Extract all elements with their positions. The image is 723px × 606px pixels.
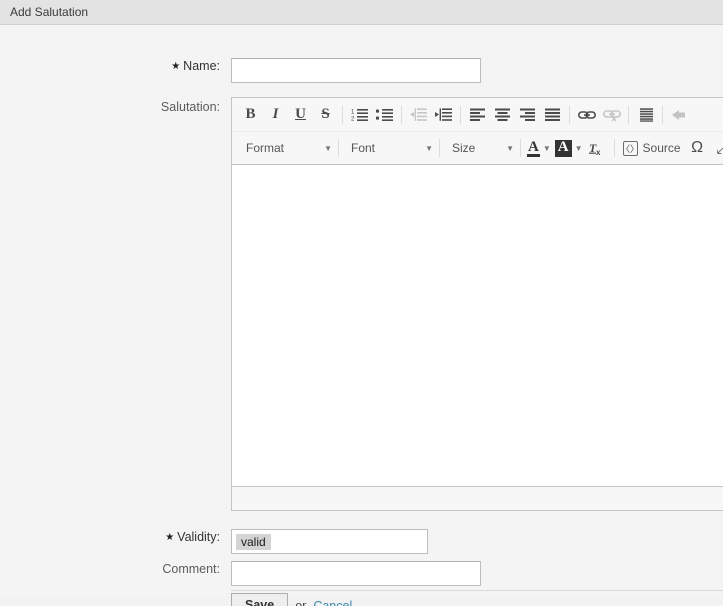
footer-divider (231, 590, 723, 591)
toolbar-separator (342, 105, 343, 124)
source-code-icon: 〈〉 (621, 140, 639, 156)
name-input[interactable] (231, 58, 481, 83)
background-color-icon[interactable]: A ▼ (553, 136, 585, 160)
svg-text:2: 2 (351, 117, 355, 122)
increase-indent-icon[interactable] (431, 103, 456, 127)
salutation-label: Salutation: (160, 100, 220, 114)
comment-input[interactable] (231, 561, 481, 586)
toolbar-separator (401, 105, 402, 124)
salutation-rich-text-editor[interactable]: B I U S 1 2 Format ▼ Font ▼ Size ▼ A ▼ A… (231, 97, 723, 511)
comment-label: Comment: (162, 562, 220, 576)
editor-toolbar-row-2: Format ▼ Font ▼ Size ▼ A ▼ A ▼ T x 〈〉 So… (232, 131, 723, 164)
bulleted-list-icon[interactable] (372, 103, 397, 127)
window-title-bar: Add Salutation (0, 0, 723, 25)
align-justify-icon[interactable] (540, 103, 565, 127)
align-left-icon[interactable] (465, 103, 490, 127)
align-right-icon[interactable] (515, 103, 540, 127)
toolbar-separator (662, 105, 663, 124)
toolbar-separator (520, 139, 521, 157)
source-label: Source (642, 141, 681, 155)
cancel-link[interactable]: Cancel (313, 599, 352, 606)
toolbar-separator (460, 105, 461, 124)
required-star-icon: ★ (165, 532, 175, 543)
chevron-down-icon: ▼ (506, 143, 514, 153)
chevron-down-icon: ▼ (542, 143, 551, 153)
editor-status-bar (232, 486, 723, 510)
decrease-indent-icon[interactable] (406, 103, 431, 127)
italic-icon[interactable]: I (263, 103, 288, 127)
editor-content-area[interactable] (232, 164, 723, 486)
remove-format-icon[interactable]: T x (585, 136, 610, 160)
underline-icon[interactable]: U (288, 103, 313, 127)
chevron-down-icon: ▼ (425, 143, 433, 153)
form-actions: Save or Cancel (231, 593, 352, 606)
align-center-icon[interactable] (490, 103, 515, 127)
toolbar-separator (439, 139, 440, 157)
chevron-down-icon: ▼ (574, 143, 583, 153)
validity-label: ★ Validity: (165, 530, 220, 544)
name-label: ★ Name: (171, 59, 220, 73)
undo-icon[interactable] (667, 103, 692, 127)
source-button[interactable]: 〈〉 Source (619, 136, 685, 160)
toolbar-separator (569, 105, 570, 124)
numbered-list-icon[interactable]: 1 2 (347, 103, 372, 127)
maximize-icon[interactable]: ⤢ (710, 136, 723, 160)
window-title: Add Salutation (10, 5, 89, 19)
add-salutation-form: ★ Name: Salutation: B I U S 1 2 Format ▼… (0, 25, 723, 606)
size-dropdown[interactable]: Size ▼ (444, 136, 516, 160)
chevron-down-icon: ▼ (324, 143, 332, 153)
validity-selected-option: valid (236, 533, 271, 550)
toolbar-separator (628, 105, 629, 124)
format-dropdown[interactable]: Format ▼ (238, 136, 334, 160)
svg-text:x: x (596, 148, 601, 156)
or-label: or (295, 598, 307, 606)
strikethrough-icon[interactable]: S (313, 103, 338, 127)
font-dropdown[interactable]: Font ▼ (343, 136, 435, 160)
svg-text:1: 1 (351, 110, 355, 116)
special-character-icon[interactable]: Ω (685, 136, 710, 160)
editor-toolbar-row-1: B I U S 1 2 (232, 98, 723, 131)
bold-icon[interactable]: B (238, 103, 263, 127)
text-color-icon[interactable]: A ▼ (525, 136, 553, 160)
blockquote-icon[interactable] (633, 103, 658, 127)
validity-select[interactable]: valid (231, 529, 428, 554)
toolbar-separator (338, 139, 339, 157)
unlink-icon[interactable] (599, 103, 624, 127)
required-star-icon: ★ (171, 61, 181, 72)
link-icon[interactable] (574, 103, 599, 127)
toolbar-separator (613, 139, 615, 157)
save-button[interactable]: Save (231, 593, 289, 606)
